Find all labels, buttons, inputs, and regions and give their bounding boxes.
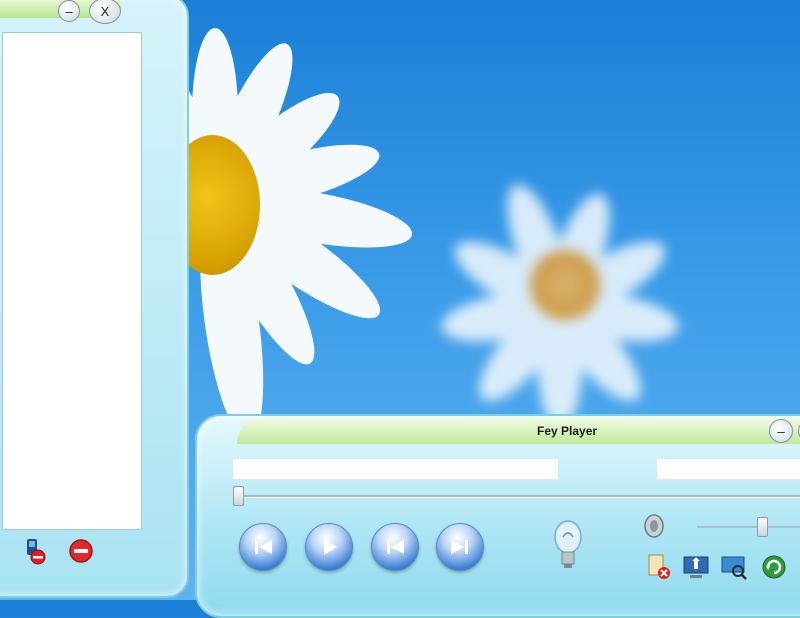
previous-button[interactable] [239, 523, 287, 571]
next-button[interactable] [436, 523, 484, 571]
player-minimize-button[interactable]: – [769, 419, 793, 443]
player-window: Fey Player – [195, 414, 800, 618]
player-titlebar[interactable]: Fey Player [237, 416, 800, 444]
delete-file-icon[interactable] [645, 553, 673, 581]
playlist-minimize-button[interactable]: – [58, 0, 80, 22]
rewind-button[interactable] [371, 523, 419, 571]
refresh-icon[interactable] [760, 553, 788, 581]
playlist-list[interactable] [2, 32, 142, 530]
lightbulb-icon[interactable] [552, 519, 584, 575]
add-media-icon[interactable] [20, 537, 48, 565]
volume-thumb[interactable] [757, 517, 768, 537]
screen-search-icon[interactable] [720, 553, 748, 581]
play-button[interactable] [305, 523, 353, 571]
speaker-icon[interactable] [641, 513, 667, 539]
media-title-field [232, 458, 559, 480]
volume-track[interactable] [697, 526, 800, 528]
play-icon [324, 539, 337, 555]
seek-track[interactable] [234, 495, 800, 497]
previous-icon [255, 540, 272, 554]
rewind-icon [387, 540, 404, 554]
next-icon [451, 540, 468, 554]
upload-icon[interactable] [682, 553, 710, 581]
minimize-icon: – [777, 423, 785, 439]
close-icon: X [100, 3, 110, 19]
time-display-field [656, 458, 800, 480]
minimize-icon: – [65, 3, 73, 19]
playlist-window: – X [0, 0, 189, 598]
seek-thumb[interactable] [233, 486, 244, 506]
playlist-close-button[interactable]: X [89, 0, 121, 24]
player-title: Fey Player [537, 424, 598, 438]
remove-icon[interactable] [67, 537, 95, 565]
